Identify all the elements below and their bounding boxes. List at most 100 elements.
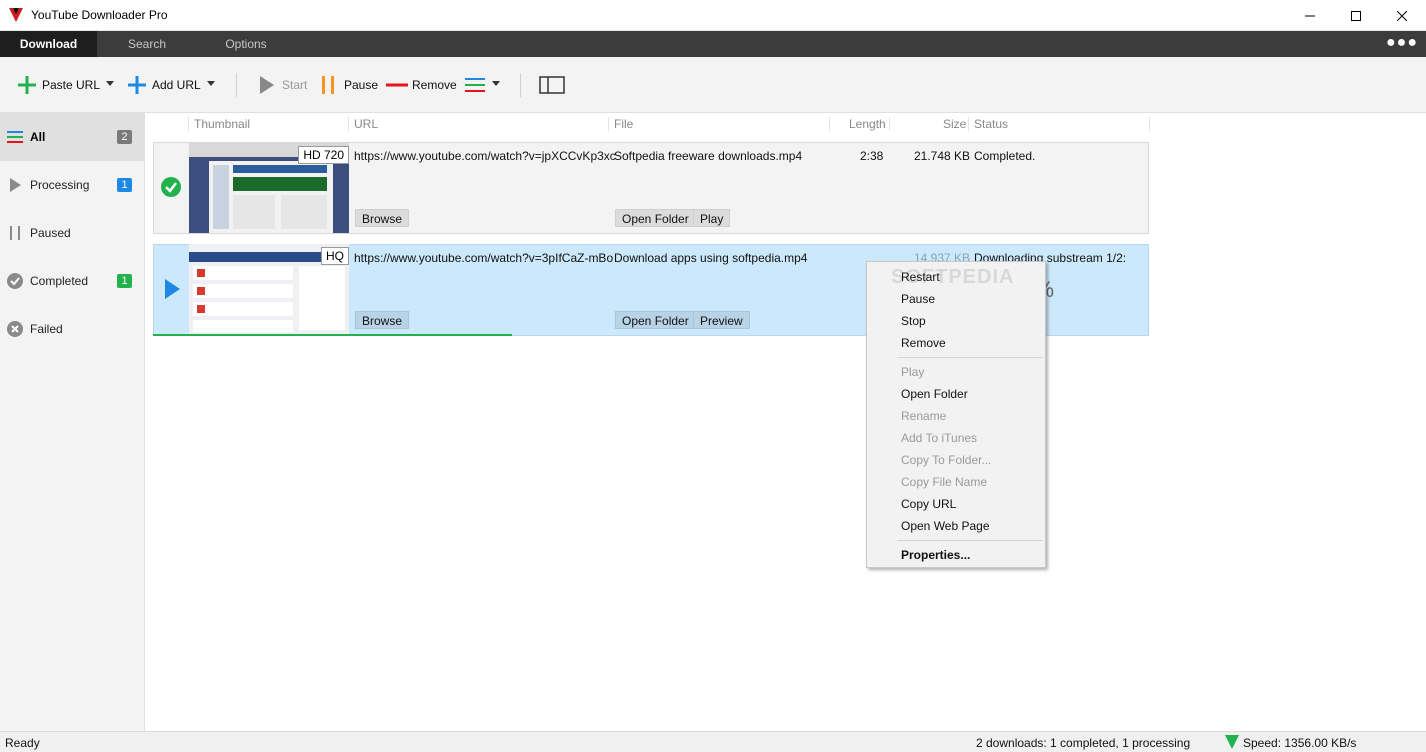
status-text: Ready <box>5 736 40 750</box>
menu-item-copy-to-folder[interactable]: Copy To Folder... <box>901 453 992 467</box>
list-view-dropdown-icon[interactable] <box>492 81 500 86</box>
plus-green-icon <box>18 76 36 94</box>
download-row[interactable]: HD 720 https://www.youtube.com/watch?v=j… <box>153 142 1149 234</box>
column-header-file[interactable]: File <box>614 113 633 135</box>
tab-strip: Download Search Options ●●● <box>0 31 1426 57</box>
maximize-icon <box>1351 10 1361 21</box>
column-header-status[interactable]: Status <box>974 113 1008 135</box>
open-folder-button[interactable]: Open Folder <box>615 209 696 227</box>
file-cell: Softpedia freeware downloads.mp4 <box>614 149 803 163</box>
progress-bar <box>153 334 512 336</box>
context-menu: SOFTPEDIA Restart Pause Stop Remove Play… <box>866 261 1046 568</box>
quality-badge: HD 720 <box>298 146 349 164</box>
list-icon <box>7 131 23 143</box>
play-icon <box>165 279 180 299</box>
menu-item-copy-file-name[interactable]: Copy File Name <box>901 475 987 489</box>
preview-button[interactable]: Preview <box>693 311 750 329</box>
column-header-length[interactable]: Length <box>849 113 886 135</box>
column-divider <box>188 117 189 131</box>
sidebar-item-label: Paused <box>30 226 71 240</box>
column-divider <box>1149 117 1150 131</box>
pause-button[interactable]: Pause <box>318 74 378 96</box>
panel-layout-icon <box>539 76 565 94</box>
title-bar: YouTube Downloader Pro <box>0 0 1426 31</box>
count-badge: 1 <box>117 178 132 192</box>
add-url-button[interactable]: Add URL <box>126 74 201 96</box>
browse-button[interactable]: Browse <box>355 209 410 227</box>
list-view-button[interactable] <box>464 74 490 96</box>
sidebar-item-label: Failed <box>30 322 63 336</box>
app-logo-icon <box>9 8 23 22</box>
maximize-button[interactable] <box>1333 0 1379 31</box>
add-url-label: Add URL <box>152 78 201 92</box>
menu-separator <box>897 357 1043 358</box>
paste-url-button[interactable]: Paste URL <box>16 74 100 96</box>
minimize-button[interactable] <box>1287 0 1333 31</box>
menu-item-restart[interactable]: Restart <box>901 270 940 284</box>
tab-options[interactable]: Options <box>197 31 295 57</box>
video-thumbnail[interactable]: HD 720 <box>189 143 349 233</box>
column-header-url[interactable]: URL <box>354 113 378 135</box>
video-thumbnail[interactable]: HQ <box>189 244 349 334</box>
file-cell: Download apps using softpedia.mp4 <box>614 251 808 265</box>
menu-item-remove[interactable]: Remove <box>901 336 946 350</box>
column-divider <box>829 117 830 131</box>
pause-label: Pause <box>344 78 379 92</box>
start-button[interactable]: Start <box>256 74 307 96</box>
check-icon <box>161 177 181 197</box>
window-title: YouTube Downloader Pro <box>31 8 168 22</box>
sidebar-item-completed[interactable]: Completed 1 <box>0 257 145 305</box>
column-divider <box>348 117 349 131</box>
menu-separator <box>897 540 1043 541</box>
speed-arrow-icon <box>1225 735 1239 749</box>
play-icon <box>260 76 274 94</box>
minimize-icon <box>1305 15 1315 16</box>
paste-url-label: Paste URL <box>42 78 101 92</box>
sidebar-item-failed[interactable]: Failed <box>0 305 145 353</box>
browse-button[interactable]: Browse <box>355 311 410 329</box>
sidebar: All 2 Processing 1 Paused Completed 1 Fa… <box>0 113 145 731</box>
sidebar-item-label: Processing <box>30 178 90 192</box>
menu-item-pause[interactable]: Pause <box>901 292 935 306</box>
play-icon <box>10 178 21 192</box>
column-header-thumbnail[interactable]: Thumbnail <box>194 113 250 135</box>
toggle-panel-button[interactable] <box>539 74 569 96</box>
size-cell: 21.748 KB <box>914 149 971 163</box>
play-button[interactable]: Play <box>693 209 731 227</box>
remove-label: Remove <box>412 78 457 92</box>
tab-download[interactable]: Download <box>0 31 97 57</box>
tab-search[interactable]: Search <box>97 31 197 57</box>
toolbar-divider <box>236 73 237 97</box>
count-badge: 1 <box>117 274 132 288</box>
paste-url-dropdown-icon[interactable] <box>106 81 114 86</box>
menu-item-copy-url[interactable]: Copy URL <box>901 497 956 511</box>
open-folder-button[interactable]: Open Folder <box>615 311 696 329</box>
add-url-dropdown-icon[interactable] <box>207 81 215 86</box>
sidebar-item-label: All <box>30 130 46 144</box>
plus-blue-icon <box>128 76 146 94</box>
more-menu-icon[interactable]: ●●● <box>1386 35 1418 51</box>
sidebar-item-processing[interactable]: Processing 1 <box>0 161 145 209</box>
column-header-size[interactable]: Size <box>943 113 966 135</box>
sidebar-item-all[interactable]: All 2 <box>0 113 145 161</box>
menu-item-open-folder[interactable]: Open Folder <box>901 387 968 401</box>
remove-button[interactable]: Remove <box>386 74 457 96</box>
column-divider <box>968 117 969 131</box>
sidebar-item-paused[interactable]: Paused <box>0 209 145 257</box>
menu-item-rename[interactable]: Rename <box>901 409 946 423</box>
toolbar: Paste URL Add URL Start Pause Remove <box>0 57 1426 113</box>
pause-icon <box>322 76 334 94</box>
status-cell: Completed. <box>974 149 1036 163</box>
minus-red-icon <box>386 83 408 87</box>
close-icon <box>1397 10 1407 21</box>
sidebar-item-label: Completed <box>30 274 89 288</box>
menu-item-stop[interactable]: Stop <box>901 314 926 328</box>
status-bar: Ready 2 downloads: 1 completed, 1 proces… <box>0 731 1426 752</box>
menu-item-add-to-itunes[interactable]: Add To iTunes <box>901 431 977 445</box>
close-button[interactable] <box>1379 0 1425 31</box>
menu-item-properties[interactable]: Properties... <box>901 548 970 562</box>
menu-item-play[interactable]: Play <box>901 365 924 379</box>
menu-item-open-web-page[interactable]: Open Web Page <box>901 519 990 533</box>
url-cell: https://www.youtube.com/watch?v=jpXCCvKp… <box>354 149 616 163</box>
speed-readout: Speed: 1356.00 KB/s <box>1243 736 1357 750</box>
